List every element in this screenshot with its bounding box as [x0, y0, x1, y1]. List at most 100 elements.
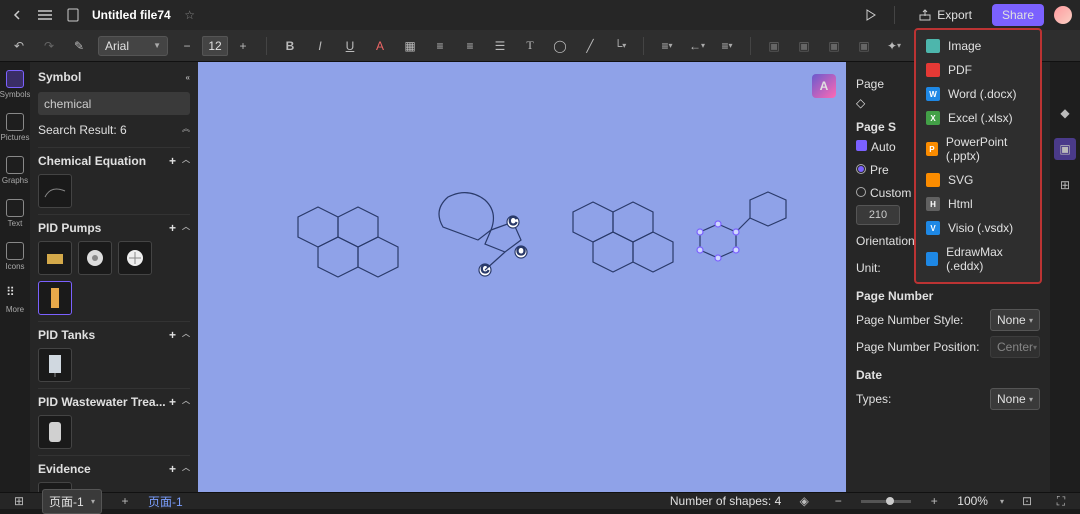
- page-tab-label[interactable]: Page: [856, 77, 884, 91]
- highlight-icon[interactable]: ▦: [399, 35, 421, 57]
- arrow-icon[interactable]: ←▾: [686, 35, 708, 57]
- add-icon[interactable]: +: [169, 395, 176, 409]
- italic-icon[interactable]: I: [309, 35, 331, 57]
- pg-style-label: Page Number Style:: [856, 313, 963, 327]
- text-color-icon[interactable]: A: [369, 35, 391, 57]
- avatar[interactable]: [1054, 6, 1072, 24]
- rail-symbols[interactable]: Symbols: [0, 70, 30, 99]
- symbol-thumb[interactable]: [38, 348, 72, 382]
- back-icon[interactable]: [8, 6, 26, 24]
- effects-icon[interactable]: ✦▾: [883, 35, 905, 57]
- redo-icon[interactable]: ↷: [38, 35, 60, 57]
- rail-graphs[interactable]: Graphs: [2, 156, 28, 185]
- export-button[interactable]: Export: [909, 4, 982, 26]
- export-html[interactable]: HHtml: [916, 192, 1040, 216]
- bold-icon[interactable]: B: [279, 35, 301, 57]
- category-header[interactable]: PID Tanks + ︿: [38, 321, 190, 348]
- export-visio[interactable]: VVisio (.vsdx): [916, 216, 1040, 240]
- play-icon[interactable]: [862, 6, 880, 24]
- export-eddx[interactable]: EdrawMax (.eddx): [916, 240, 1040, 278]
- export-image[interactable]: Image: [916, 34, 1040, 58]
- pg-pos-select[interactable]: Center▾: [990, 336, 1040, 358]
- rail-more[interactable]: ⠿More: [6, 285, 24, 314]
- pen-icon[interactable]: ╱: [579, 35, 601, 57]
- category-header[interactable]: Evidence+︿: [38, 455, 190, 482]
- symbol-thumb[interactable]: [78, 241, 112, 275]
- symbol-thumb[interactable]: [38, 415, 72, 449]
- brush-icon[interactable]: ✎: [68, 35, 90, 57]
- export-svg[interactable]: SVG: [916, 168, 1040, 192]
- font-select[interactable]: Arial▼: [98, 36, 168, 56]
- export-excel[interactable]: XExcel (.xlsx): [916, 106, 1040, 130]
- rail-label: Icons: [5, 262, 24, 271]
- types-select[interactable]: None▾: [990, 388, 1040, 410]
- chevron-icon[interactable]: ︿: [182, 221, 190, 235]
- page-selector[interactable]: 页面-1▾: [42, 489, 102, 514]
- list-icon[interactable]: ☰: [489, 35, 511, 57]
- symbol-thumb[interactable]: [38, 174, 72, 208]
- drawing-svg: C O C: [198, 62, 846, 492]
- pg-pos-label: Page Number Position:: [856, 340, 979, 354]
- collapse-icon[interactable]: ︽: [182, 123, 190, 137]
- size-plus[interactable]: +: [232, 35, 254, 57]
- rail-label: Text: [8, 219, 23, 228]
- text-icon[interactable]: T: [519, 35, 541, 57]
- rail-text[interactable]: Text: [6, 199, 24, 228]
- rail-label: More: [6, 305, 24, 314]
- rail-label: Pictures: [1, 133, 30, 142]
- shapes-count: Number of shapes: 4: [670, 494, 781, 508]
- undo-icon[interactable]: ↶: [8, 35, 30, 57]
- category-header[interactable]: PID Pumps+︿: [38, 214, 190, 241]
- underline-icon[interactable]: U: [339, 35, 361, 57]
- add-icon[interactable]: +: [169, 221, 176, 235]
- file-icon[interactable]: [64, 6, 82, 24]
- canvas-area[interactable]: A C O C: [198, 62, 846, 492]
- arrow2-icon[interactable]: ≡▾: [716, 35, 738, 57]
- valign-icon[interactable]: ≡: [459, 35, 481, 57]
- back-icon[interactable]: ▣: [853, 35, 875, 57]
- grid-icon[interactable]: ⊞: [1054, 174, 1076, 196]
- symbol-thumb[interactable]: [38, 281, 72, 315]
- page-tab[interactable]: 页面-1: [148, 493, 183, 510]
- chevron-icon[interactable]: ︿: [182, 328, 190, 342]
- front-icon[interactable]: ▣: [823, 35, 845, 57]
- line-style-icon[interactable]: ≡▾: [656, 35, 678, 57]
- chevron-icon[interactable]: ︿: [182, 154, 190, 168]
- symbol-thumb[interactable]: [118, 241, 152, 275]
- shape-icon[interactable]: ◯: [549, 35, 571, 57]
- chevron-icon[interactable]: ︿: [182, 395, 190, 409]
- add-icon[interactable]: +: [169, 154, 176, 168]
- share-button[interactable]: Share: [992, 4, 1044, 26]
- category-header[interactable]: PID Wastewater Trea...+︿: [38, 388, 190, 415]
- add-icon[interactable]: +: [169, 462, 176, 476]
- rail-icons[interactable]: Icons: [5, 242, 24, 271]
- group-icon[interactable]: ▣: [763, 35, 785, 57]
- bucket-icon[interactable]: ◆: [1054, 102, 1076, 124]
- add-icon[interactable]: +: [169, 328, 176, 342]
- category-header[interactable]: Chemical Equation+︿: [38, 147, 190, 174]
- export-pdf[interactable]: PDF: [916, 58, 1040, 82]
- align-icon[interactable]: ≡: [429, 35, 451, 57]
- panel-icon[interactable]: ▣: [1054, 138, 1076, 160]
- zoom-slider[interactable]: [861, 500, 911, 503]
- rail-pictures[interactable]: Pictures: [1, 113, 30, 142]
- width-input[interactable]: 210: [856, 205, 900, 225]
- export-ppt[interactable]: PPowerPoint (.pptx): [916, 130, 1040, 168]
- size-minus[interactable]: −: [176, 35, 198, 57]
- export-word[interactable]: WWord (.docx): [916, 82, 1040, 106]
- export-label: Export: [937, 8, 972, 22]
- menu-icon[interactable]: [36, 6, 54, 24]
- ungroup-icon[interactable]: ▣: [793, 35, 815, 57]
- search-box[interactable]: ×: [38, 92, 190, 115]
- star-icon[interactable]: ☆: [181, 6, 199, 24]
- category-name: PID Tanks: [38, 328, 95, 342]
- connector-icon[interactable]: └▾: [609, 35, 631, 57]
- font-size-input[interactable]: 12: [202, 36, 228, 56]
- symbol-thumb[interactable]: [38, 241, 72, 275]
- chevron-icon[interactable]: ︿: [182, 462, 190, 476]
- orientation-label: Orientation:: [856, 234, 918, 248]
- pg-style-select[interactable]: None▾: [990, 309, 1040, 331]
- collapse-icon[interactable]: «: [186, 73, 190, 82]
- search-input[interactable]: [44, 97, 198, 111]
- canvas[interactable]: A C O C: [198, 62, 846, 492]
